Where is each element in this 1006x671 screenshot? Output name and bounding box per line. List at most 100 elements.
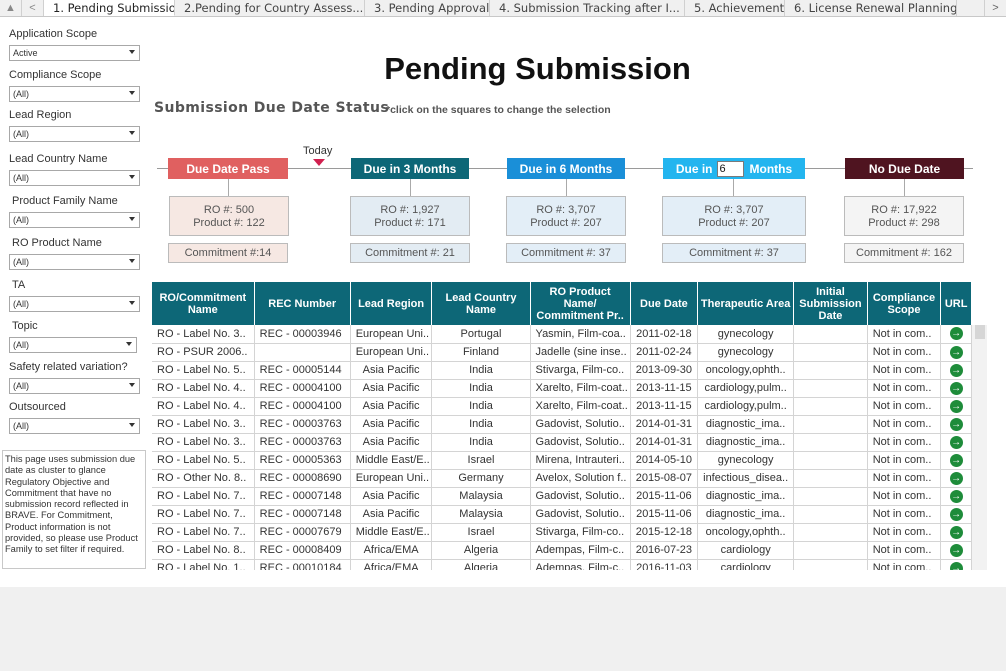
column-header[interactable]: URL (940, 282, 972, 325)
dropdown-value: (All) (13, 257, 29, 267)
table-row[interactable]: RO - Label No. 7.. REC - 00007679 Middle E… (152, 523, 972, 542)
table-cell: 2011-02-24 (630, 343, 699, 362)
filter-lead-region: Lead Region (All) (9, 109, 140, 142)
open-link-arrow-icon[interactable]: → (949, 489, 963, 503)
open-link-arrow-icon[interactable]: → (949, 363, 963, 377)
url-cell: → (940, 415, 972, 434)
table-cell (793, 505, 868, 524)
table-cell: REC - 00005144 (254, 361, 351, 380)
table-cell (793, 325, 868, 344)
table-row[interactable]: RO - Label No. 7.. REC - 00007148 Asia Pac… (152, 487, 972, 506)
table-row[interactable]: RO - Label No. 5.. REC - 00005363 Middle E… (152, 451, 972, 470)
open-link-arrow-icon[interactable]: → (949, 381, 963, 395)
open-link-arrow-icon[interactable]: → (949, 399, 963, 413)
column-header[interactable]: RO Product Name/ Commitment Pr.. (530, 282, 631, 325)
table-row[interactable]: RO - Label No. 8.. REC - 00008409 Africa/E… (152, 541, 972, 560)
column-header[interactable]: Due Date (630, 282, 699, 325)
commitment-count-due-in-custom-months[interactable]: Commitment #: 37 (662, 243, 806, 263)
url-cell: → (940, 397, 972, 416)
column-header[interactable]: REC Number (254, 282, 351, 325)
tab-pending-submission[interactable]: 1. Pending Submission (44, 0, 175, 16)
column-header[interactable]: RO/Commitment Name (152, 282, 255, 325)
commitment-count-due-in-6-months[interactable]: Commitment #: 37 (506, 243, 626, 263)
tab-license-renewal-planning[interactable]: 6. License Renewal Planning (785, 0, 957, 16)
caret-down-icon (129, 50, 135, 54)
table-scrollbar[interactable] (972, 325, 987, 570)
tab-pending-country-assessment[interactable]: 2.Pending for Country Assess... (175, 0, 365, 16)
caret-down-icon (129, 423, 135, 427)
table-row[interactable]: RO - Label No. 1.. REC - 00010184 Africa/E… (152, 559, 972, 570)
stage-connector (228, 179, 229, 196)
column-header[interactable]: Compliance Scope (867, 282, 942, 325)
open-link-arrow-icon[interactable]: → (949, 525, 963, 539)
stage-header-no-due-date[interactable]: No Due Date (845, 158, 964, 179)
stage-header-due-in-3-months[interactable]: Due in 3 Months (351, 158, 469, 179)
column-header[interactable]: Therapeutic Area (697, 282, 795, 325)
open-link-arrow-icon[interactable]: → (949, 327, 963, 341)
column-header[interactable]: Lead Country Name (431, 282, 531, 325)
months-input[interactable]: 6 (716, 160, 744, 177)
table-row[interactable]: RO - Label No. 4.. REC - 00004100 Asia Pac… (152, 379, 972, 398)
lead-country-dropdown[interactable]: (All) (9, 170, 140, 186)
ro-count: RO #: 3,707 (704, 204, 764, 216)
product-family-dropdown[interactable]: (All) (9, 212, 140, 228)
outsourced-dropdown[interactable]: (All) (9, 418, 140, 434)
table-cell: India (431, 361, 531, 380)
application-scope-dropdown[interactable]: Active (9, 45, 140, 61)
column-header[interactable]: Initial Submission Date (793, 282, 868, 325)
url-cell: → (940, 343, 972, 362)
table-row[interactable]: RO - Label No. 3.. REC - 00003763 Asia Pac… (152, 415, 972, 434)
table-row[interactable]: RO - Label No. 3.. REC - 00003946 European… (152, 325, 972, 344)
scrollbar-thumb[interactable] (975, 325, 985, 339)
filter-ro-product-name: RO Product Name (All) (9, 237, 143, 270)
table-row[interactable]: RO - Label No. 3.. REC - 00003763 Asia Pac… (152, 433, 972, 452)
table-row[interactable]: RO - Other No. 8.. REC - 00008690 European… (152, 469, 972, 488)
commitment-count-due-in-3-months[interactable]: Commitment #: 21 (350, 243, 470, 263)
tab-scroll-left-button[interactable]: < (22, 0, 44, 16)
open-link-arrow-icon[interactable]: → (949, 561, 963, 570)
open-link-arrow-icon[interactable]: → (949, 417, 963, 431)
tab-scroll-right-button[interactable]: > (984, 0, 1006, 16)
table-cell: India (431, 379, 531, 398)
table-row[interactable]: RO - Label No. 4.. REC - 00004100 Asia Pac… (152, 397, 972, 416)
tab-scroll-first-button[interactable]: ▲ (0, 0, 22, 16)
column-header[interactable]: Lead Region (350, 282, 433, 325)
table-row[interactable]: RO - PSUR 2006.. European Uni.. Finland Jad… (152, 343, 972, 362)
stage-header-due-in-custom-months[interactable]: Due in 6 Months (663, 158, 805, 179)
stage-summary-due-in-3-months[interactable]: RO #: 1,927 Product #: 171 (350, 196, 470, 236)
tab-submission-tracking[interactable]: 4. Submission Tracking after I... (490, 0, 685, 16)
ta-dropdown[interactable]: (All) (9, 296, 140, 312)
table-cell: 2011-02-18 (630, 325, 699, 344)
compliance-scope-dropdown[interactable]: (All) (9, 86, 140, 102)
table-cell: RO - Label No. 7.. (152, 523, 255, 542)
ro-product-dropdown[interactable]: (All) (9, 254, 140, 270)
table-row[interactable]: RO - Label No. 7.. REC - 00007148 Asia Pac… (152, 505, 972, 524)
topic-dropdown[interactable]: (All) (9, 337, 137, 353)
table-cell: Algeria (431, 559, 531, 570)
dropdown-value: (All) (13, 89, 29, 99)
commitment-count-no-due-date[interactable]: Commitment #: 162 (844, 243, 964, 263)
open-link-arrow-icon[interactable]: → (949, 543, 963, 557)
table-row[interactable]: RO - Label No. 5.. REC - 00005144 Asia Pac… (152, 361, 972, 380)
open-link-arrow-icon[interactable]: → (949, 453, 963, 467)
table-cell: Mirena, Intrauteri.. (530, 451, 631, 470)
safety-variation-dropdown[interactable]: (All) (9, 378, 140, 394)
stage-summary-due-date-pass[interactable]: RO #: 500 Product #: 122 (169, 196, 289, 236)
table-cell: Not in com.. (867, 379, 942, 398)
stage-summary-no-due-date[interactable]: RO #: 17,922 Product #: 298 (844, 196, 964, 236)
stage-summary-due-in-custom-months[interactable]: RO #: 3,707 Product #: 207 (662, 196, 806, 236)
open-link-arrow-icon[interactable]: → (949, 507, 963, 521)
lead-region-dropdown[interactable]: (All) (9, 126, 140, 142)
table-cell: REC - 00003763 (254, 433, 351, 452)
stage-header-due-in-6-months[interactable]: Due in 6 Months (507, 158, 625, 179)
tab-pending-approval[interactable]: 3. Pending Approval (365, 0, 490, 16)
stage-summary-due-in-6-months[interactable]: RO #: 3,707 Product #: 207 (506, 196, 626, 236)
open-link-arrow-icon[interactable]: → (949, 345, 963, 359)
open-link-arrow-icon[interactable]: → (949, 471, 963, 485)
stage-header-due-date-pass[interactable]: Due Date Pass (168, 158, 288, 179)
commitment-count-due-date-pass[interactable]: Commitment #:14 (168, 243, 288, 263)
table-cell: 2013-11-15 (630, 397, 699, 416)
tab-achievement[interactable]: 5. Achievement (685, 0, 785, 16)
open-link-arrow-icon[interactable]: → (949, 435, 963, 449)
ro-count: RO #: 3,707 (536, 204, 596, 216)
